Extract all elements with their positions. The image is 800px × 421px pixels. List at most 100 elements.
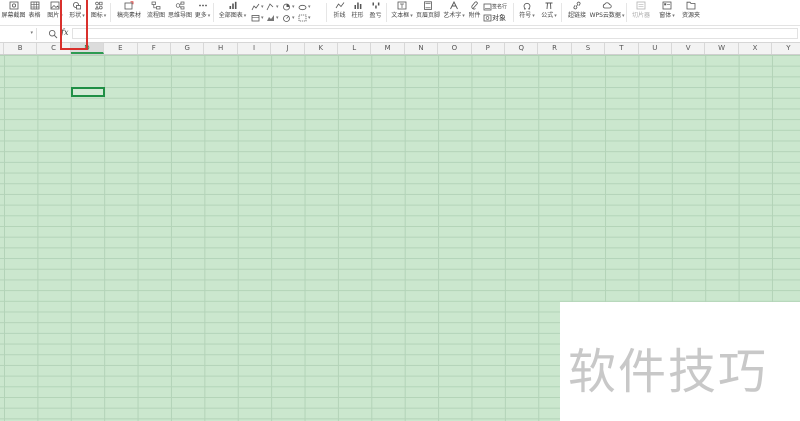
- map-chart-dropdown-icon[interactable]: ▾: [261, 15, 264, 21]
- resource-center-label: 资源夹: [681, 12, 700, 19]
- column-header-y[interactable]: Y: [772, 43, 800, 54]
- name-box-dropdown-icon[interactable]: ▾: [30, 30, 33, 36]
- resource-center-button[interactable]: 资源夹: [680, 0, 702, 24]
- form-button[interactable]: 窗体▾: [656, 0, 678, 24]
- win-loss-sparkline-icon: [372, 2, 379, 9]
- column-header-r[interactable]: R: [538, 43, 572, 54]
- picture-button[interactable]: 图片▾: [45, 0, 65, 24]
- form-label: 窗体: [659, 12, 672, 19]
- stock-chart-dropdown-icon[interactable]: ▾: [276, 4, 279, 10]
- selected-cell[interactable]: [71, 87, 105, 97]
- column-header-w[interactable]: W: [705, 43, 739, 54]
- column-header-e[interactable]: E: [104, 43, 138, 54]
- column-header-x[interactable]: X: [739, 43, 773, 54]
- ribbon-separator: [386, 3, 387, 22]
- column-header-g[interactable]: G: [171, 43, 205, 54]
- header-footer-button[interactable]: 页眉页脚: [415, 0, 441, 24]
- form-dropdown-icon[interactable]: ▾: [672, 13, 675, 19]
- column-header-m[interactable]: M: [371, 43, 405, 54]
- object-button[interactable]: 对象: [483, 12, 506, 23]
- more-dropdown-icon[interactable]: ▾: [208, 13, 211, 19]
- attachment-label: 附件: [468, 12, 481, 19]
- word-art-button[interactable]: 艺术字▾: [441, 0, 467, 24]
- table-button[interactable]: 表格: [26, 0, 43, 24]
- sparkline-winloss-button[interactable]: 盈亏: [366, 0, 385, 24]
- pie-chart-dropdown-icon[interactable]: ▾: [292, 4, 295, 10]
- ribbon-separator: [626, 3, 627, 22]
- signature-line-button[interactable]: 签名行: [483, 1, 507, 12]
- area-chart-dropdown-icon[interactable]: ▾: [276, 15, 279, 21]
- sparkline-column-button[interactable]: 柱形: [348, 0, 367, 24]
- draft-material-label: 稿壳素材: [116, 12, 141, 19]
- column-header-l[interactable]: L: [338, 43, 372, 54]
- column-header-h[interactable]: H: [204, 43, 238, 54]
- insert-function-button[interactable]: fx: [61, 28, 68, 37]
- pie-chart-button[interactable]: ▾: [282, 1, 295, 12]
- column-header-row: BCDEFGHIJKLMNOPQRSTUVWXY: [0, 43, 800, 55]
- ribbon-separator: [326, 3, 327, 22]
- column-header-u[interactable]: U: [639, 43, 672, 54]
- other-chart-button[interactable]: ▾: [298, 12, 311, 23]
- name-box[interactable]: ▾: [0, 28, 37, 40]
- sparkline-line-button[interactable]: 折线: [330, 0, 349, 24]
- more-button[interactable]: 更多▾: [193, 0, 212, 24]
- symbol-dropdown-icon[interactable]: ▾: [532, 13, 535, 19]
- column-header-p[interactable]: P: [472, 43, 505, 54]
- cloud-chart-button[interactable]: ▾: [298, 1, 311, 12]
- icon-button[interactable]: 图标▾: [89, 0, 108, 24]
- formula-dropdown-icon[interactable]: ▾: [554, 13, 557, 19]
- column-header-o[interactable]: O: [438, 43, 472, 54]
- flowchart-button[interactable]: 流程图: [145, 0, 167, 24]
- column-header-q[interactable]: Q: [505, 43, 539, 54]
- formula-button[interactable]: 公式▾: [539, 0, 559, 24]
- picture-icon: [50, 1, 60, 10]
- wps-cloud-data-button[interactable]: WPS云数据▾: [589, 0, 625, 24]
- symbol-button[interactable]: 符号▾: [517, 0, 537, 24]
- all-charts-dropdown-icon[interactable]: ▾: [244, 13, 247, 19]
- text-box-dropdown-icon[interactable]: ▾: [410, 13, 413, 19]
- gauge-chart-dropdown-icon[interactable]: ▾: [292, 15, 295, 21]
- text-box-button[interactable]: 文本框▾: [389, 0, 415, 24]
- other-chart-dropdown-icon[interactable]: ▾: [308, 15, 311, 21]
- table-icon: [30, 1, 39, 10]
- attachment-button[interactable]: 附件: [466, 0, 483, 24]
- column-header-d[interactable]: D: [70, 43, 105, 54]
- slicer-button[interactable]: 切片器: [630, 0, 652, 24]
- column-header-t[interactable]: T: [605, 43, 639, 54]
- icon-dropdown-icon[interactable]: ▾: [104, 13, 107, 19]
- column-header-n[interactable]: N: [405, 43, 439, 54]
- cloud-chart-dropdown-icon[interactable]: ▾: [308, 4, 311, 10]
- text-box-label: 文本框: [391, 12, 410, 19]
- omega-symbol-icon: [523, 2, 531, 10]
- scatter-chart-button[interactable]: ▾: [251, 1, 264, 12]
- draft-material-button[interactable]: 稿壳素材: [114, 0, 144, 24]
- column-header-k[interactable]: K: [305, 43, 338, 54]
- scatter-chart-dropdown-icon[interactable]: ▾: [261, 4, 264, 10]
- formula-input[interactable]: [72, 28, 798, 39]
- word-art-dropdown-icon[interactable]: ▾: [462, 13, 465, 19]
- shape-button[interactable]: 形状▾: [66, 0, 88, 24]
- wps-cloud-data-dropdown-icon[interactable]: ▾: [622, 13, 625, 19]
- magnifier-icon[interactable]: [48, 29, 58, 39]
- column-header-v[interactable]: V: [672, 43, 706, 54]
- column-header-f[interactable]: F: [138, 43, 171, 54]
- map-chart-button[interactable]: ▾: [251, 12, 264, 23]
- area-chart-button[interactable]: ▾: [266, 12, 279, 23]
- screenshot-button[interactable]: 屏幕截图: [0, 0, 27, 24]
- picture-dropdown-icon[interactable]: ▾: [60, 13, 63, 19]
- hyperlink-button[interactable]: 超链接: [566, 0, 588, 24]
- gauge-chart-button[interactable]: ▾: [282, 12, 295, 23]
- column-header-j[interactable]: J: [271, 43, 305, 54]
- other-chart-icon: [298, 14, 307, 21]
- column-header-c[interactable]: C: [37, 43, 71, 54]
- mindmap-button[interactable]: 思维导图: [167, 0, 193, 24]
- screenshot-label: 屏幕截图: [1, 12, 26, 19]
- column-header-s[interactable]: S: [572, 43, 606, 54]
- shape-icon: [73, 2, 81, 10]
- stock-chart-button[interactable]: ▾: [266, 1, 279, 12]
- column-header-i[interactable]: I: [238, 43, 272, 54]
- cloud-chart-icon: [298, 4, 307, 10]
- all-charts-button[interactable]: 全部图表▾: [217, 0, 248, 24]
- column-header-b[interactable]: B: [4, 43, 38, 54]
- shape-dropdown-icon[interactable]: ▾: [82, 13, 85, 19]
